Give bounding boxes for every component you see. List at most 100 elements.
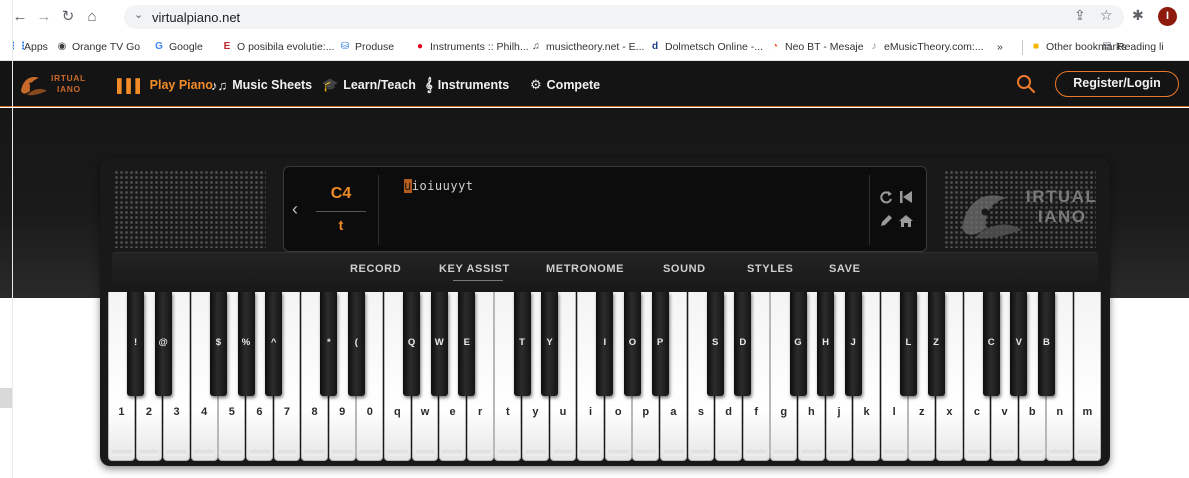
orange-icon: ◉ (57, 41, 67, 52)
virtual-piano-logo[interactable]: IRTUAL IANO (17, 69, 95, 99)
extensions-icon[interactable]: ✱ (1132, 7, 1144, 24)
black-key[interactable]: O (623, 292, 641, 396)
forward-icon[interactable]: → (34, 7, 54, 27)
key-label: j (837, 406, 841, 418)
restart-icon[interactable] (898, 189, 914, 205)
bookmark-label: Reading li (1117, 41, 1164, 53)
sheet-sequence[interactable]: uioiuuyyt (404, 179, 474, 193)
dolmetsch-icon: d (651, 41, 659, 52)
black-key[interactable]: ( (347, 292, 365, 396)
repeat-icon[interactable] (878, 189, 894, 205)
key-front-edge (773, 450, 795, 456)
key-label: n (1056, 406, 1064, 418)
key-front-edge (249, 450, 270, 456)
bookmark-1[interactable]: ◉ Orange TV Go (56, 39, 140, 55)
key-front-edge (580, 450, 601, 456)
nav-play-piano[interactable]: ▌▌▌ Play Piano (117, 76, 213, 94)
home-icon[interactable]: ⌂ (82, 7, 102, 27)
toolbar-key-assist[interactable]: KEY ASSIST (439, 263, 510, 275)
bookmark-4[interactable]: ⛁ Produse (339, 39, 394, 55)
bookmark-12[interactable]: ▤ Reading li (1101, 39, 1164, 55)
key-assist-indicator (453, 280, 503, 281)
graduation-cap-icon: 🎓 (322, 77, 339, 92)
black-key[interactable]: P (651, 292, 669, 396)
black-key[interactable]: ! (127, 292, 145, 396)
back-icon[interactable]: ← (10, 7, 30, 27)
bookmark-10[interactable]: » (997, 39, 1003, 55)
key-front-edge (690, 450, 712, 456)
nav-learn-teach[interactable]: 🎓 Learn/Teach (322, 76, 416, 94)
black-key[interactable]: Q (403, 292, 421, 396)
nav-music-sheets[interactable]: ♪♫ Music Sheets (211, 76, 312, 94)
key-front-edge (883, 450, 905, 456)
bookmark-5[interactable]: ● Instruments :: Philh... (414, 39, 529, 55)
key-label: 7 (283, 406, 291, 418)
home-sheet-icon[interactable] (898, 213, 914, 229)
bookmark-2[interactable]: G Google (153, 39, 203, 55)
black-key[interactable]: W (430, 292, 448, 396)
black-key[interactable]: $ (209, 292, 227, 396)
reload-icon[interactable]: ↻ (58, 7, 78, 27)
bookmark-7[interactable]: d Dolmetsch Online -... (649, 39, 763, 55)
piano-body: ‹ C4 t uioiuuyyt IRTUAL IANO RECORD KEY … (100, 158, 1110, 466)
black-key[interactable]: J (844, 292, 862, 396)
black-key[interactable]: D (734, 292, 752, 396)
bookmark-3[interactable]: E O posibila evolutie:... (221, 39, 335, 55)
bookmark-6[interactable]: ♫ musictheory.net - E... (530, 39, 644, 55)
key-front-edge (1021, 450, 1043, 456)
bookmark-9[interactable]: ♪ eMusicTheory.com:... (868, 39, 984, 55)
toolbar-sound[interactable]: SOUND (663, 263, 706, 275)
share-icon[interactable]: ⇪ (1074, 7, 1086, 24)
black-key[interactable]: C (982, 292, 1000, 396)
black-key[interactable]: Y (541, 292, 559, 396)
display-divider-left (378, 175, 379, 245)
black-key[interactable]: * (320, 292, 338, 396)
key-label: p (642, 406, 650, 418)
key-front-edge (607, 450, 629, 456)
black-key[interactable]: V (1010, 292, 1028, 396)
left-speaker-grille (114, 170, 266, 248)
key-label: 3 (173, 406, 180, 418)
black-key[interactable]: B (1037, 292, 1055, 396)
black-key[interactable]: @ (154, 292, 172, 396)
chevron-left-icon[interactable]: ‹ (292, 199, 298, 220)
white-key[interactable]: m (1074, 292, 1101, 461)
key-label: q (394, 406, 401, 418)
key-label: k (863, 406, 870, 418)
toolbar-record[interactable]: RECORD (350, 263, 401, 275)
toolbar-styles[interactable]: STYLES (747, 263, 793, 275)
site-header: IRTUAL IANO ▌▌▌ Play Piano ♪♫ Music Sheets 🎓… (0, 61, 1189, 107)
black-key[interactable]: G (789, 292, 807, 396)
toolbar-metronome[interactable]: METRONOME (546, 263, 624, 275)
key-front-edge (663, 450, 684, 456)
nav-instruments[interactable]: 𝄞 Instruments (425, 76, 509, 94)
black-key[interactable]: H (817, 292, 835, 396)
search-icon[interactable] (1015, 73, 1037, 95)
bookmark-label: O posibila evolutie:... (237, 41, 335, 53)
profile-avatar[interactable]: I (1158, 7, 1177, 26)
bookmarks-separator (1022, 40, 1023, 55)
pencil-icon[interactable] (878, 213, 894, 229)
key-label: ( (354, 337, 358, 348)
url-field[interactable]: ⌄ virtualpiano.net (124, 5, 1124, 29)
star-icon[interactable]: ☆ (1100, 7, 1113, 24)
toolbar-save[interactable]: SAVE (829, 263, 861, 275)
black-key[interactable]: I (596, 292, 614, 396)
key-label: O (628, 337, 637, 348)
chevron-down-icon[interactable]: ⌄ (134, 8, 143, 21)
register-login-button[interactable]: Register/Login (1055, 71, 1179, 97)
bookmark-0[interactable]: ⋮⋮ Apps (8, 39, 48, 55)
key-front-edge (828, 450, 850, 456)
bookmark-8[interactable]: ◔ Neo BT - Mesaje (769, 39, 864, 55)
black-key[interactable]: E (458, 292, 476, 396)
key-label: y (532, 406, 539, 418)
black-key[interactable]: S (706, 292, 724, 396)
black-key[interactable]: L (899, 292, 917, 396)
scroll-gutter[interactable] (0, 388, 12, 408)
nav-compete[interactable]: ⚙ Compete (530, 76, 600, 94)
sequence-cursor: u (404, 179, 412, 193)
black-key[interactable]: ^ (265, 292, 283, 396)
black-key[interactable]: % (237, 292, 255, 396)
black-key[interactable]: T (513, 292, 531, 396)
black-key[interactable]: Z (927, 292, 945, 396)
